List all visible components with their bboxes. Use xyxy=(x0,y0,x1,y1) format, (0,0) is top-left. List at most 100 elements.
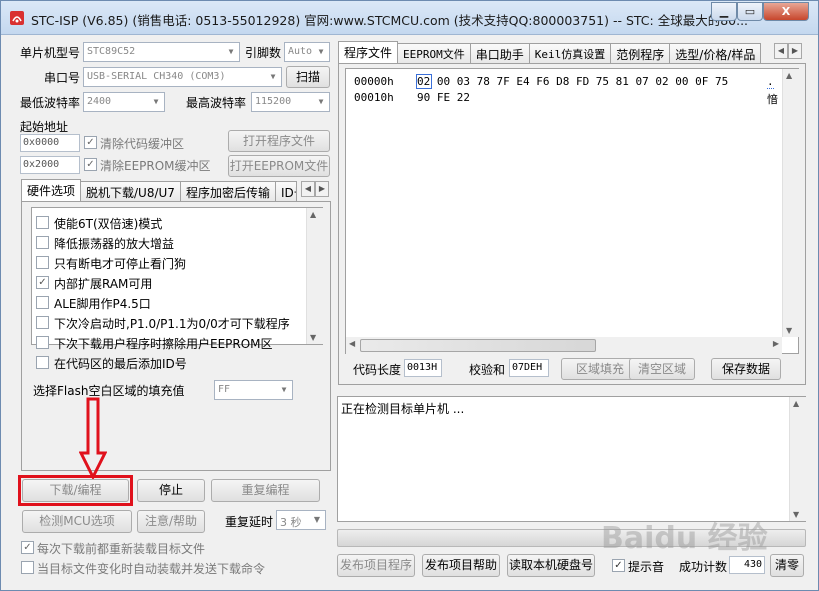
tab-keil-label: Keil仿真设置 xyxy=(534,48,606,61)
option-label: 降低振荡器的放大增益 xyxy=(54,237,175,251)
main-tab-scroll-right-icon[interactable]: ▶ xyxy=(788,43,802,59)
tab-id[interactable]: ID号 xyxy=(274,181,297,201)
eeprom-address-value: 2000 xyxy=(35,159,60,170)
option-checkbox[interactable] xyxy=(36,296,49,309)
main-tab-scroll-left-icon[interactable]: ◀ xyxy=(774,43,788,59)
main-tab-bar: 程序文件 EEPROM文件 串口助手 Keil仿真设置 范例程序 选型/价格/样… xyxy=(338,41,762,63)
tab-scroll-left-icon[interactable]: ◀ xyxy=(301,181,315,197)
clear-area-button[interactable]: 清空区域 xyxy=(629,358,695,380)
pins-select[interactable]: Auto ▼ xyxy=(284,42,330,62)
tab-selection-price[interactable]: 选型/价格/样品 xyxy=(669,43,762,63)
scroll-down-icon[interactable]: ▼ xyxy=(310,333,316,342)
tab-scroll-right-icon[interactable]: ▶ xyxy=(315,181,329,197)
option-checkbox[interactable] xyxy=(36,356,49,369)
code-address-input[interactable]: 0x0000 xyxy=(20,134,80,152)
detect-mcu-options-button[interactable]: 检测MCU选项 xyxy=(22,510,132,533)
port-value: USB-SERIAL CH340 (COM3) xyxy=(87,71,226,82)
max-baud-label: 最高波特率 xyxy=(186,96,247,110)
scroll-down-icon[interactable]: ▼ xyxy=(786,326,792,335)
close-button[interactable]: X xyxy=(763,2,809,21)
scroll-right-icon[interactable]: ▶ xyxy=(773,339,779,348)
repeat-delay-value: 3 秒 xyxy=(280,516,302,529)
tab-serial-assistant[interactable]: 串口助手 xyxy=(469,43,530,63)
app-icon xyxy=(10,11,24,25)
port-select[interactable]: USB-SERIAL CH340 (COM3) ▼ xyxy=(83,67,282,87)
option-checkbox[interactable] xyxy=(36,336,49,349)
max-baud-value: 115200 xyxy=(255,96,292,107)
hex-viewer[interactable]: 00000h 02 00 03 78 7F E4 F6 D8 FD 75 81 … xyxy=(345,68,799,354)
stop-button[interactable]: 停止 xyxy=(137,479,205,502)
window-title: STC-ISP (V6.85) (销售电话: 0513-55012928) 官网… xyxy=(31,13,749,28)
hex-horizontal-scrollbar[interactable]: ◀ ▶ xyxy=(346,337,782,354)
repeat-delay-label: 重复延时 xyxy=(225,515,274,529)
hex-vertical-scrollbar[interactable]: ▲ ▼ xyxy=(782,69,799,337)
hex-prefix: 0x xyxy=(23,137,36,148)
auto-download-checkbox[interactable] xyxy=(21,561,34,574)
open-program-file-button[interactable]: 打开程序文件 xyxy=(228,130,330,152)
tab-keil-sim[interactable]: Keil仿真设置 xyxy=(528,43,612,63)
mcu-model-value: STC89C52 xyxy=(87,46,136,57)
min-baud-select[interactable]: 2400 ▼ xyxy=(83,92,165,112)
scroll-up-icon[interactable]: ▲ xyxy=(786,71,792,80)
scroll-down-icon[interactable]: ▼ xyxy=(793,510,799,519)
scroll-left-icon[interactable]: ◀ xyxy=(349,339,355,348)
tab-program-file[interactable]: 程序文件 xyxy=(338,41,399,63)
eeprom-address-input[interactable]: 0x2000 xyxy=(20,156,80,174)
mcu-model-select[interactable]: STC89C52 ▼ xyxy=(83,42,240,62)
pins-label: 引脚数 xyxy=(245,46,282,60)
publish-help-button[interactable]: 发布项目帮助 xyxy=(422,554,500,577)
option-label: ALE脚用作P4.5口 xyxy=(54,297,151,311)
status-log[interactable]: 正在检测目标单片机 ... ▲ ▼ xyxy=(337,396,806,522)
fill-value-select[interactable]: FF ▼ xyxy=(214,380,293,400)
clear-code-checkbox[interactable]: ✓ xyxy=(84,136,97,149)
fill-area-button[interactable]: 区域填充 xyxy=(561,358,639,380)
download-program-button[interactable]: 下载/编程 xyxy=(22,479,129,502)
maximize-button[interactable]: ▭ xyxy=(737,2,763,21)
read-disk-id-button[interactable]: 读取本机硬盘号 xyxy=(507,554,595,577)
options-scrollbar[interactable]: ▲ ▼ xyxy=(306,208,323,344)
option-checkbox[interactable] xyxy=(36,236,49,249)
minimize-button[interactable]: ▁ xyxy=(711,2,737,21)
hex-prefix: 0x xyxy=(23,159,36,170)
clear-count-button[interactable]: 清零 xyxy=(770,554,804,577)
scroll-up-icon[interactable]: ▲ xyxy=(310,210,316,219)
hscroll-thumb[interactable] xyxy=(360,339,596,352)
reload-checkbox[interactable]: ✓ xyxy=(21,541,34,554)
hardware-options-panel: 使能6T(双倍速)模式 降低振荡器的放大增益 只有断电才可停止看门狗 ✓ 内部扩展RAM… xyxy=(21,201,331,471)
prompt-sound-checkbox[interactable]: ✓ xyxy=(612,559,625,572)
tab-encrypted-transfer[interactable]: 程序加密后传输 xyxy=(179,181,276,201)
tab-offline-download[interactable]: 脱机下载/U8/U7 xyxy=(80,181,181,201)
program-file-panel: 00000h 02 00 03 78 7F E4 F6 D8 FD 75 81 … xyxy=(338,63,806,385)
option-label: 只有断电才可停止看门狗 xyxy=(54,257,187,271)
hex-ascii-1: 愔 xyxy=(767,93,778,106)
scan-button[interactable]: 扫描 xyxy=(286,66,330,88)
option-checkbox[interactable] xyxy=(36,216,49,229)
option-checkbox[interactable] xyxy=(36,256,49,269)
reload-label: 每次下载前都重新装载目标文件 xyxy=(37,542,206,556)
open-eeprom-file-button[interactable]: 打开EEPROM文件 xyxy=(228,155,330,177)
reprogram-button[interactable]: 重复编程 xyxy=(211,479,320,502)
fill-value: FF xyxy=(218,384,231,395)
status-scrollbar[interactable]: ▲ ▼ xyxy=(789,397,806,521)
port-label: 串口号 xyxy=(44,71,81,85)
tab-hardware-options[interactable]: 硬件选项 xyxy=(21,179,82,201)
option-checkbox[interactable] xyxy=(36,316,49,329)
min-baud-label: 最低波特率 xyxy=(20,96,81,110)
save-data-button[interactable]: 保存数据 xyxy=(711,358,781,380)
max-baud-select[interactable]: 115200 ▼ xyxy=(251,92,330,112)
option-checkbox[interactable]: ✓ xyxy=(36,276,49,289)
tab-examples[interactable]: 范例程序 xyxy=(610,43,671,63)
hex-row-1: 00010h xyxy=(354,91,394,104)
scroll-up-icon[interactable]: ▲ xyxy=(793,399,799,408)
notice-help-button[interactable]: 注意/帮助 xyxy=(137,510,205,533)
annotation-arrow-icon xyxy=(79,397,107,479)
hex-bytes-1: 90 FE 22 xyxy=(417,91,470,104)
publish-project-button[interactable]: 发布项目程序 xyxy=(337,554,415,577)
option-label: 内部扩展RAM可用 xyxy=(54,277,153,291)
clear-eeprom-checkbox[interactable]: ✓ xyxy=(84,158,97,171)
repeat-delay-select[interactable]: 3 秒 ▼ xyxy=(276,510,326,530)
tab-eeprom-file[interactable]: EEPROM文件 xyxy=(397,43,471,63)
hex-row-0: 00000h xyxy=(354,75,394,88)
chevron-down-icon: ▼ xyxy=(228,47,234,56)
options-container: 使能6T(双倍速)模式 降低振荡器的放大增益 只有断电才可停止看门狗 ✓ 内部扩展RAM… xyxy=(36,214,306,371)
